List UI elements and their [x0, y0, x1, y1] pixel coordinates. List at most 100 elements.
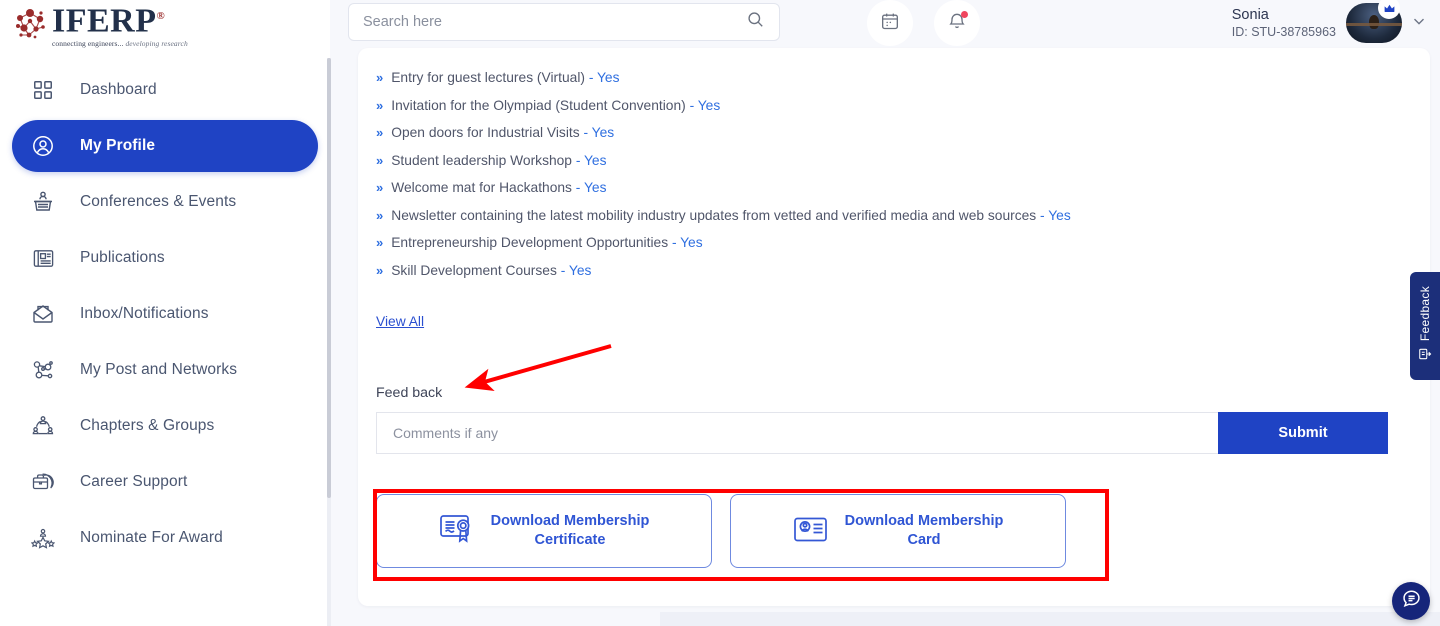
benefit-value: Yes — [592, 125, 615, 140]
search-icon[interactable] — [746, 10, 765, 34]
feedback-tab-label: Feedback — [1418, 286, 1432, 341]
benefit-text: Entry for guest lectures (Virtual) — [391, 70, 585, 85]
benefits-list: » Entry for guest lectures (Virtual) - Y… — [376, 70, 1406, 290]
sidebar-item-label: Inbox/Notifications — [80, 305, 209, 323]
list-item: » Welcome mat for Hackathons - Yes — [376, 180, 1406, 195]
download-certificate-label: Download Membership Certificate — [491, 512, 650, 550]
benefit-value: Yes — [569, 263, 592, 278]
chevron-down-icon[interactable] — [1410, 12, 1428, 35]
chat-support-button[interactable] — [1392, 582, 1430, 620]
chat-bubble-icon — [1401, 588, 1422, 614]
benefit-value: Yes — [1048, 208, 1071, 223]
avatar[interactable] — [1346, 1, 1402, 45]
brand-logo[interactable]: IFERP® connecting engineers... developin… — [10, 0, 185, 48]
submit-button[interactable]: Submit — [1218, 412, 1388, 454]
sidebar-item-career-support[interactable]: Career Support — [12, 456, 318, 508]
brand-tagline-1: connecting engineers... — [52, 39, 123, 48]
award-star-icon — [26, 526, 60, 550]
group-icon — [26, 414, 60, 438]
list-item: » Student leadership Workshop - Yes — [376, 153, 1406, 168]
benefit-text: Student leadership Workshop — [391, 153, 572, 168]
calendar-button[interactable] — [867, 0, 913, 46]
page-bottom-strip — [660, 612, 1440, 626]
sidebar-item-conferences-events[interactable]: Conferences & Events — [12, 176, 318, 228]
double-chevron-icon: » — [376, 263, 381, 278]
avatar-silhouette — [1369, 15, 1379, 29]
sidebar-item-my-profile[interactable]: My Profile — [12, 120, 318, 172]
membership-benefits-card: » Entry for guest lectures (Virtual) - Y… — [358, 48, 1430, 606]
benefit-text: Welcome mat for Hackathons — [391, 180, 572, 195]
benefit-value: Yes — [680, 235, 703, 250]
brand-wordmark: IFERP® connecting engineers... developin… — [52, 0, 188, 47]
list-item: » Entry for guest lectures (Virtual) - Y… — [376, 70, 1406, 85]
download-membership-card-button[interactable]: Download Membership Card — [730, 494, 1066, 568]
list-item: » Invitation for the Olympiad (Student C… — [376, 98, 1406, 113]
podium-icon — [26, 190, 60, 214]
feedback-form: Submit — [376, 412, 1388, 454]
sidebar-item-publications[interactable]: Publications — [12, 232, 318, 284]
feedback-form-icon — [1418, 347, 1432, 366]
briefcase-icon — [26, 470, 60, 494]
double-chevron-icon: » — [376, 235, 381, 250]
download-buttons-row: Download Membership Certificate — [376, 494, 1066, 568]
newspaper-icon — [26, 247, 60, 270]
user-name: Sonia — [1232, 7, 1336, 24]
notification-badge-dot — [961, 11, 968, 18]
list-item: » Open doors for Industrial Visits - Yes — [376, 125, 1406, 140]
feedback-input[interactable] — [376, 412, 1218, 454]
sidebar-item-nominate-for-award[interactable]: Nominate For Award — [12, 512, 318, 564]
benefit-value: Yes — [597, 70, 620, 85]
id-card-icon — [793, 515, 829, 548]
user-circle-icon — [26, 134, 60, 158]
sidebar-item-label: Chapters & Groups — [80, 417, 214, 435]
sidebar-scrollbar-thumb[interactable] — [327, 58, 331, 498]
benefit-text: Entrepreneurship Development Opportuniti… — [391, 235, 668, 250]
certificate-icon — [439, 513, 475, 550]
list-item: » Newsletter containing the latest mobil… — [376, 208, 1406, 223]
sidebar-item-label: Nominate For Award — [80, 529, 223, 547]
feedback-side-tab[interactable]: Feedback — [1410, 272, 1440, 380]
view-all-link[interactable]: View All — [376, 314, 424, 329]
calendar-icon — [880, 11, 900, 36]
notifications-button[interactable] — [934, 0, 980, 46]
double-chevron-icon: » — [376, 153, 381, 168]
benefit-text: Skill Development Courses — [391, 263, 557, 278]
sidebar-item-inbox-notifications[interactable]: Inbox/Notifications — [12, 288, 318, 340]
feedback-label: Feed back — [376, 385, 442, 401]
double-chevron-icon: » — [376, 125, 381, 140]
user-menu[interactable]: Sonia ID: STU-38785963 — [1232, 0, 1428, 46]
envelope-icon — [26, 302, 60, 326]
sidebar-item-label: Publications — [80, 249, 165, 267]
brand-name: IFERP — [52, 3, 157, 40]
app-root: IFERP® connecting engineers... developin… — [0, 0, 1440, 626]
sidebar: IFERP® connecting engineers... developin… — [0, 0, 330, 626]
grid-icon — [26, 79, 60, 101]
sidebar-item-label: Career Support — [80, 473, 187, 491]
sidebar-item-label: Conferences & Events — [80, 193, 236, 211]
sidebar-item-label: My Post and Networks — [80, 361, 237, 379]
sidebar-item-dashboard[interactable]: Dashboard — [12, 64, 318, 116]
search-box[interactable] — [348, 3, 780, 41]
label-line-1: Download Membership — [845, 513, 1004, 529]
search-input[interactable] — [363, 14, 746, 30]
label-line-2: Certificate — [535, 532, 606, 548]
brand-trademark: ® — [157, 10, 166, 22]
top-header: Sonia ID: STU-38785963 — [330, 0, 1440, 46]
sidebar-item-my-post-and-networks[interactable]: My Post and Networks — [12, 344, 318, 396]
double-chevron-icon: » — [376, 98, 381, 113]
benefit-text: Newsletter containing the latest mobilit… — [391, 208, 1036, 223]
sidebar-item-chapters-groups[interactable]: Chapters & Groups — [12, 400, 318, 452]
download-membership-certificate-button[interactable]: Download Membership Certificate — [376, 494, 712, 568]
benefit-value: Yes — [698, 98, 721, 113]
sidebar-item-label: Dashboard — [80, 81, 157, 99]
network-icon — [26, 358, 60, 382]
label-line-2: Card — [907, 532, 940, 548]
sidebar-item-label: My Profile — [80, 137, 155, 155]
main-content: » Entry for guest lectures (Virtual) - Y… — [330, 46, 1440, 626]
benefit-value: Yes — [584, 180, 607, 195]
user-info: Sonia ID: STU-38785963 — [1232, 7, 1336, 40]
double-chevron-icon: » — [376, 208, 381, 223]
benefit-text: Open doors for Industrial Visits — [391, 125, 579, 140]
double-chevron-icon: » — [376, 70, 381, 85]
double-chevron-icon: » — [376, 180, 381, 195]
